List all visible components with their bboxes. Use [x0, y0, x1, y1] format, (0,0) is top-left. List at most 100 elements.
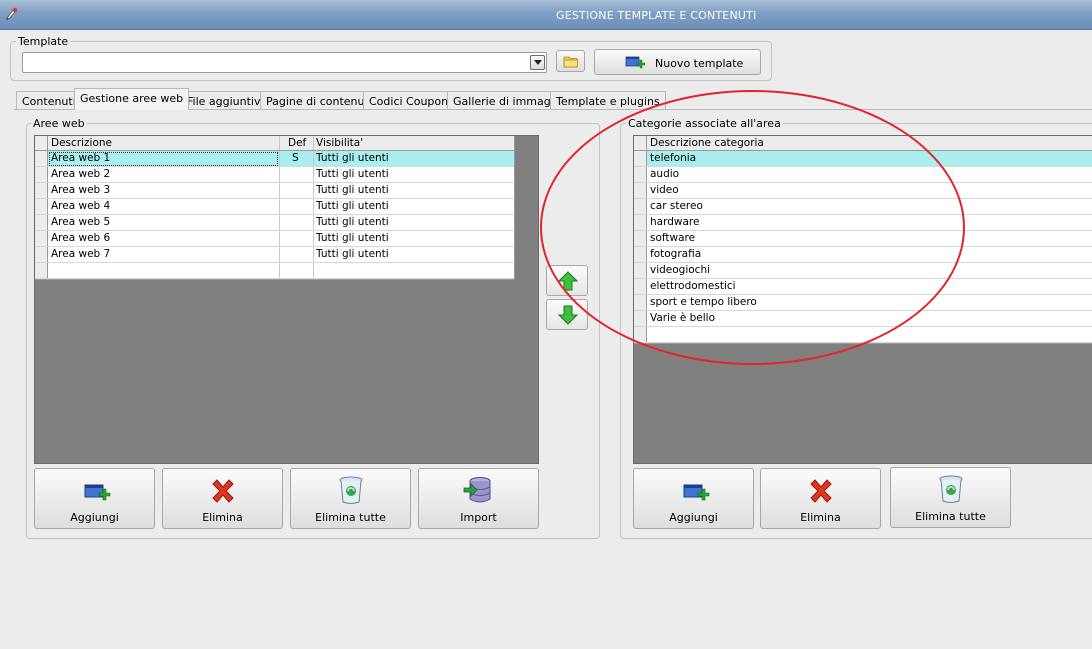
- new-template-button[interactable]: Nuovo template: [594, 49, 761, 75]
- aree-web-grid[interactable]: Descrizione Def Visibilita' Area web 1 S T…: [34, 135, 539, 464]
- red-x-icon: [810, 479, 832, 503]
- tab-contenuti[interactable]: Contenuti: [16, 91, 82, 110]
- cell-descrizione-categoria: audio: [650, 168, 680, 180]
- column-header-descrizione[interactable]: Descrizione: [51, 137, 112, 149]
- table-row[interactable]: Area web 6 Tutti gli utenti: [35, 231, 514, 247]
- arrow-down-icon: [558, 305, 578, 325]
- table-row[interactable]: elettrodomestici: [634, 279, 1092, 295]
- row-indicator: [35, 136, 48, 150]
- table-row[interactable]: telefonia: [634, 151, 1092, 167]
- cell-visibilita: Tutti gli utenti: [316, 216, 389, 228]
- aree-delete-label: Elimina: [202, 511, 243, 524]
- row-indicator: [634, 199, 647, 214]
- aree-add-button[interactable]: Aggiungi: [34, 468, 155, 529]
- categorie-table: Descrizione categoria telefonia audio vide…: [634, 136, 1092, 344]
- empty-row[interactable]: [35, 263, 514, 279]
- aree-web-table: Descrizione Def Visibilita' Area web 1 S T…: [35, 136, 515, 280]
- cell-visibilita: Tutti gli utenti: [316, 152, 389, 164]
- recycle-bin-icon: [939, 475, 963, 503]
- table-row[interactable]: video: [634, 183, 1092, 199]
- categorie-grid[interactable]: Descrizione categoria telefonia audio vide…: [633, 135, 1092, 464]
- row-indicator: [35, 167, 48, 182]
- row-indicator: [35, 183, 48, 198]
- categorie-delete-button[interactable]: Elimina: [760, 468, 881, 529]
- tab-template-e-plugins[interactable]: Template e plugins: [550, 91, 666, 110]
- table-row[interactable]: software: [634, 231, 1092, 247]
- tab-gestione-aree-web[interactable]: Gestione aree web: [74, 88, 190, 110]
- cell-descrizione: Area web 6: [51, 232, 111, 244]
- tab-label: Gallerie di immagini: [453, 95, 564, 108]
- column-header-def[interactable]: Def: [288, 137, 306, 149]
- row-indicator: [634, 247, 647, 262]
- table-row[interactable]: hardware: [634, 215, 1092, 231]
- title-bar: GESTIONE TEMPLATE E CONTENUTI: [0, 0, 1092, 30]
- table-row[interactable]: Area web 1 S Tutti gli utenti: [35, 151, 514, 167]
- table-row[interactable]: Area web 3 Tutti gli utenti: [35, 183, 514, 199]
- row-indicator: [35, 231, 48, 246]
- open-folder-button[interactable]: [556, 50, 585, 72]
- row-indicator: [634, 279, 647, 294]
- cell-visibilita: Tutti gli utenti: [316, 248, 389, 260]
- tab-label: Codici Coupon: [369, 95, 449, 108]
- table-row[interactable]: Area web 5 Tutti gli utenti: [35, 215, 514, 231]
- table-row[interactable]: audio: [634, 167, 1092, 183]
- column-header-descrizione-categoria[interactable]: Descrizione categoria: [650, 137, 764, 149]
- tab-file-aggiuntivi[interactable]: File aggiuntivi: [181, 91, 270, 110]
- table-row[interactable]: Area web 2 Tutti gli utenti: [35, 167, 514, 183]
- table-row[interactable]: sport e tempo libero: [634, 295, 1092, 311]
- categorie-add-button[interactable]: Aggiungi: [633, 468, 754, 529]
- row-indicator: [634, 183, 647, 198]
- app-icon: [6, 7, 18, 20]
- arrow-up-icon: [558, 271, 578, 291]
- database-import-icon: [463, 477, 491, 503]
- move-down-button[interactable]: [546, 299, 588, 330]
- table-row[interactable]: Varie è bello: [634, 311, 1092, 327]
- categorie-header: Descrizione categoria: [634, 136, 1092, 151]
- cell-visibilita: Tutti gli utenti: [316, 200, 389, 212]
- cell-visibilita: Tutti gli utenti: [316, 184, 389, 196]
- aree-delete-all-button[interactable]: Elimina tutte: [290, 468, 411, 529]
- categorie-group-label: Categorie associate all'area: [626, 117, 783, 130]
- column-header-visibilita[interactable]: Visibilita': [316, 137, 363, 149]
- cell-descrizione-categoria: sport e tempo libero: [650, 296, 757, 308]
- table-row[interactable]: videogiochi: [634, 263, 1092, 279]
- table-row[interactable]: fotografia: [634, 247, 1092, 263]
- cell-descrizione: Area web 4: [51, 200, 111, 212]
- add-window-icon: [84, 484, 111, 501]
- categorie-delete-label: Elimina: [800, 511, 841, 524]
- tab-codici-coupon[interactable]: Codici Coupon: [363, 91, 455, 110]
- row-indicator: [634, 327, 647, 342]
- aree-delete-button[interactable]: Elimina: [162, 468, 283, 529]
- empty-row[interactable]: [634, 327, 1092, 343]
- tab-label: Pagine di contenuti: [266, 95, 372, 108]
- template-combo[interactable]: [22, 52, 547, 73]
- row-indicator: [35, 247, 48, 262]
- aree-import-label: Import: [460, 511, 497, 524]
- table-row[interactable]: Area web 4 Tutti gli utenti: [35, 199, 514, 215]
- categorie-delete-all-button[interactable]: Elimina tutte: [890, 467, 1011, 528]
- table-row[interactable]: Area web 7 Tutti gli utenti: [35, 247, 514, 263]
- row-indicator: [35, 215, 48, 230]
- new-template-label: Nuovo template: [655, 57, 744, 70]
- cell-descrizione-categoria: elettrodomestici: [650, 280, 736, 292]
- row-indicator: [634, 136, 647, 150]
- combo-dropdown-button[interactable]: [530, 55, 545, 70]
- cell-descrizione-categoria: car stereo: [650, 200, 703, 212]
- tab-label: Gestione aree web: [80, 92, 184, 105]
- aree-import-button[interactable]: Import: [418, 468, 539, 529]
- row-indicator: [634, 295, 647, 310]
- move-up-button[interactable]: [546, 265, 588, 296]
- categorie-add-label: Aggiungi: [669, 511, 718, 524]
- row-indicator: [35, 263, 48, 278]
- tab-pagine-di-contenuti[interactable]: Pagine di contenuti: [260, 91, 378, 110]
- table-row[interactable]: car stereo: [634, 199, 1092, 215]
- cell-descrizione-categoria: video: [650, 184, 679, 196]
- aree-web-group-label: Aree web: [31, 117, 87, 130]
- row-indicator: [634, 167, 647, 182]
- folder-icon: [563, 56, 579, 68]
- add-window-icon: [683, 484, 710, 501]
- cell-descrizione: Area web 5: [51, 216, 111, 228]
- cell-descrizione-categoria: fotografia: [650, 248, 702, 260]
- row-indicator: [634, 215, 647, 230]
- cell-def: S: [292, 152, 299, 164]
